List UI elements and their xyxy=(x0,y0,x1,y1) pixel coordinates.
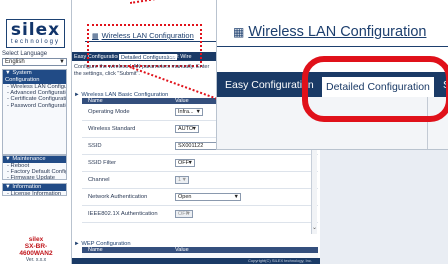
nav-system-configuration: ▼ System Configuration - Wireless LAN Co… xyxy=(2,69,67,155)
zoom-tab-strip: Easy Configuration Detailed Configuratio… xyxy=(217,72,448,97)
ssid-filter-select[interactable]: OFF ▼ xyxy=(175,159,195,167)
product-version: Ver. x.x.x xyxy=(25,257,47,263)
ieee8021x-select[interactable]: OFF ▼ xyxy=(175,210,193,218)
operating-mode-select[interactable]: Infra... ▼ xyxy=(175,108,203,116)
product-label: silex SX-BR- 4600WAN2 Ver. x.x.x xyxy=(0,236,72,263)
chevron-down-icon: ▼ xyxy=(59,59,65,65)
table-row: SSID Filter OFF ▼ xyxy=(82,155,318,172)
grid-icon: ▦ xyxy=(233,25,245,39)
table-row: Channel 1 ▼ xyxy=(82,172,318,189)
nav-item-license[interactable]: - License Information xyxy=(3,191,66,197)
nav-item-password[interactable]: - Password Configuration xyxy=(3,103,66,109)
table-row: Network Authentication Open ▼ xyxy=(82,189,318,206)
product-brand: silex xyxy=(28,236,44,243)
silex-logo: silex technology xyxy=(6,19,65,48)
zoom-page-title: ▦ Wireless LAN Configuration xyxy=(233,24,426,40)
zoom-divider xyxy=(427,97,428,149)
chevron-down-icon: ▼ xyxy=(181,177,187,183)
screenshot-root: silex technology Select Language English… xyxy=(0,0,448,264)
row-label: SSID Filter xyxy=(88,160,117,166)
nav-item-firmware-update[interactable]: - Firmware Update xyxy=(3,175,66,181)
nav-maintenance-heading[interactable]: ▼ Maintenance xyxy=(3,156,66,163)
zoom-tab-smart-wireless[interactable]: S xyxy=(439,74,448,97)
language-label: Select Language xyxy=(2,51,48,57)
logo-sub: technology xyxy=(10,39,61,45)
logo-word: silex xyxy=(10,20,61,40)
zoom-body xyxy=(217,97,448,149)
chevron-down-icon: ▼ xyxy=(233,194,239,200)
sidebar: silex technology Select Language English… xyxy=(0,0,72,264)
zoom-tab-easy-configuration[interactable]: Easy Configuration xyxy=(221,74,318,97)
network-authentication-select[interactable]: Open ▼ xyxy=(175,193,241,201)
footer-bar: Copyright(C) SILEX technology, Inc. xyxy=(72,258,320,264)
row-label: Channel xyxy=(88,177,110,183)
row-label: Operating Mode xyxy=(88,109,130,115)
title-highlight-box xyxy=(87,24,202,67)
product-model-line1: SX-BR- xyxy=(24,243,48,250)
language-value: English xyxy=(5,59,25,65)
select-value: Open xyxy=(178,194,192,200)
chevron-down-icon: ▼ xyxy=(187,160,193,166)
row-label: Network Authentication xyxy=(88,194,148,200)
chevron-down-icon: ▼ xyxy=(185,211,191,217)
row-label: SSID xyxy=(88,143,102,149)
row-label: IEEE802.1X Authentication xyxy=(88,211,158,217)
select-value: Infra... xyxy=(178,109,194,115)
table-row: IEEE802.1X Authentication OFF ▼ xyxy=(82,206,318,223)
nav-maintenance: ▼ Maintenance - Reboot - Factory Default… xyxy=(2,155,67,181)
language-select[interactable]: English ▼ xyxy=(2,58,67,66)
zoom-callout: ▦ Wireless LAN Configuration Easy Configu… xyxy=(216,0,448,150)
row-label: Wireless Standard xyxy=(88,126,136,132)
channel-select[interactable]: 1 ▼ xyxy=(175,176,189,184)
zoom-title-text: Wireless LAN Configuration xyxy=(248,24,427,40)
zoom-tab-detailed-configuration[interactable]: Detailed Configuration xyxy=(321,76,435,97)
chevron-down-icon: ▼ xyxy=(195,109,201,115)
nav-information-heading[interactable]: ▼ Information xyxy=(3,184,66,191)
nav-system-heading[interactable]: ▼ System Configuration xyxy=(3,70,66,84)
chevron-down-icon: ▼ xyxy=(191,126,197,132)
product-model-line2: 4600WAN2 xyxy=(19,250,53,257)
nav-information: ▼ Information - License Information xyxy=(2,183,67,197)
scroll-down-icon[interactable]: ⌄ xyxy=(312,224,317,231)
nav-item-certificate[interactable]: - Certificate Configuration xyxy=(3,96,66,102)
wireless-standard-select[interactable]: AUTO ▼ xyxy=(175,125,199,133)
zoom-title-divider xyxy=(217,46,448,47)
